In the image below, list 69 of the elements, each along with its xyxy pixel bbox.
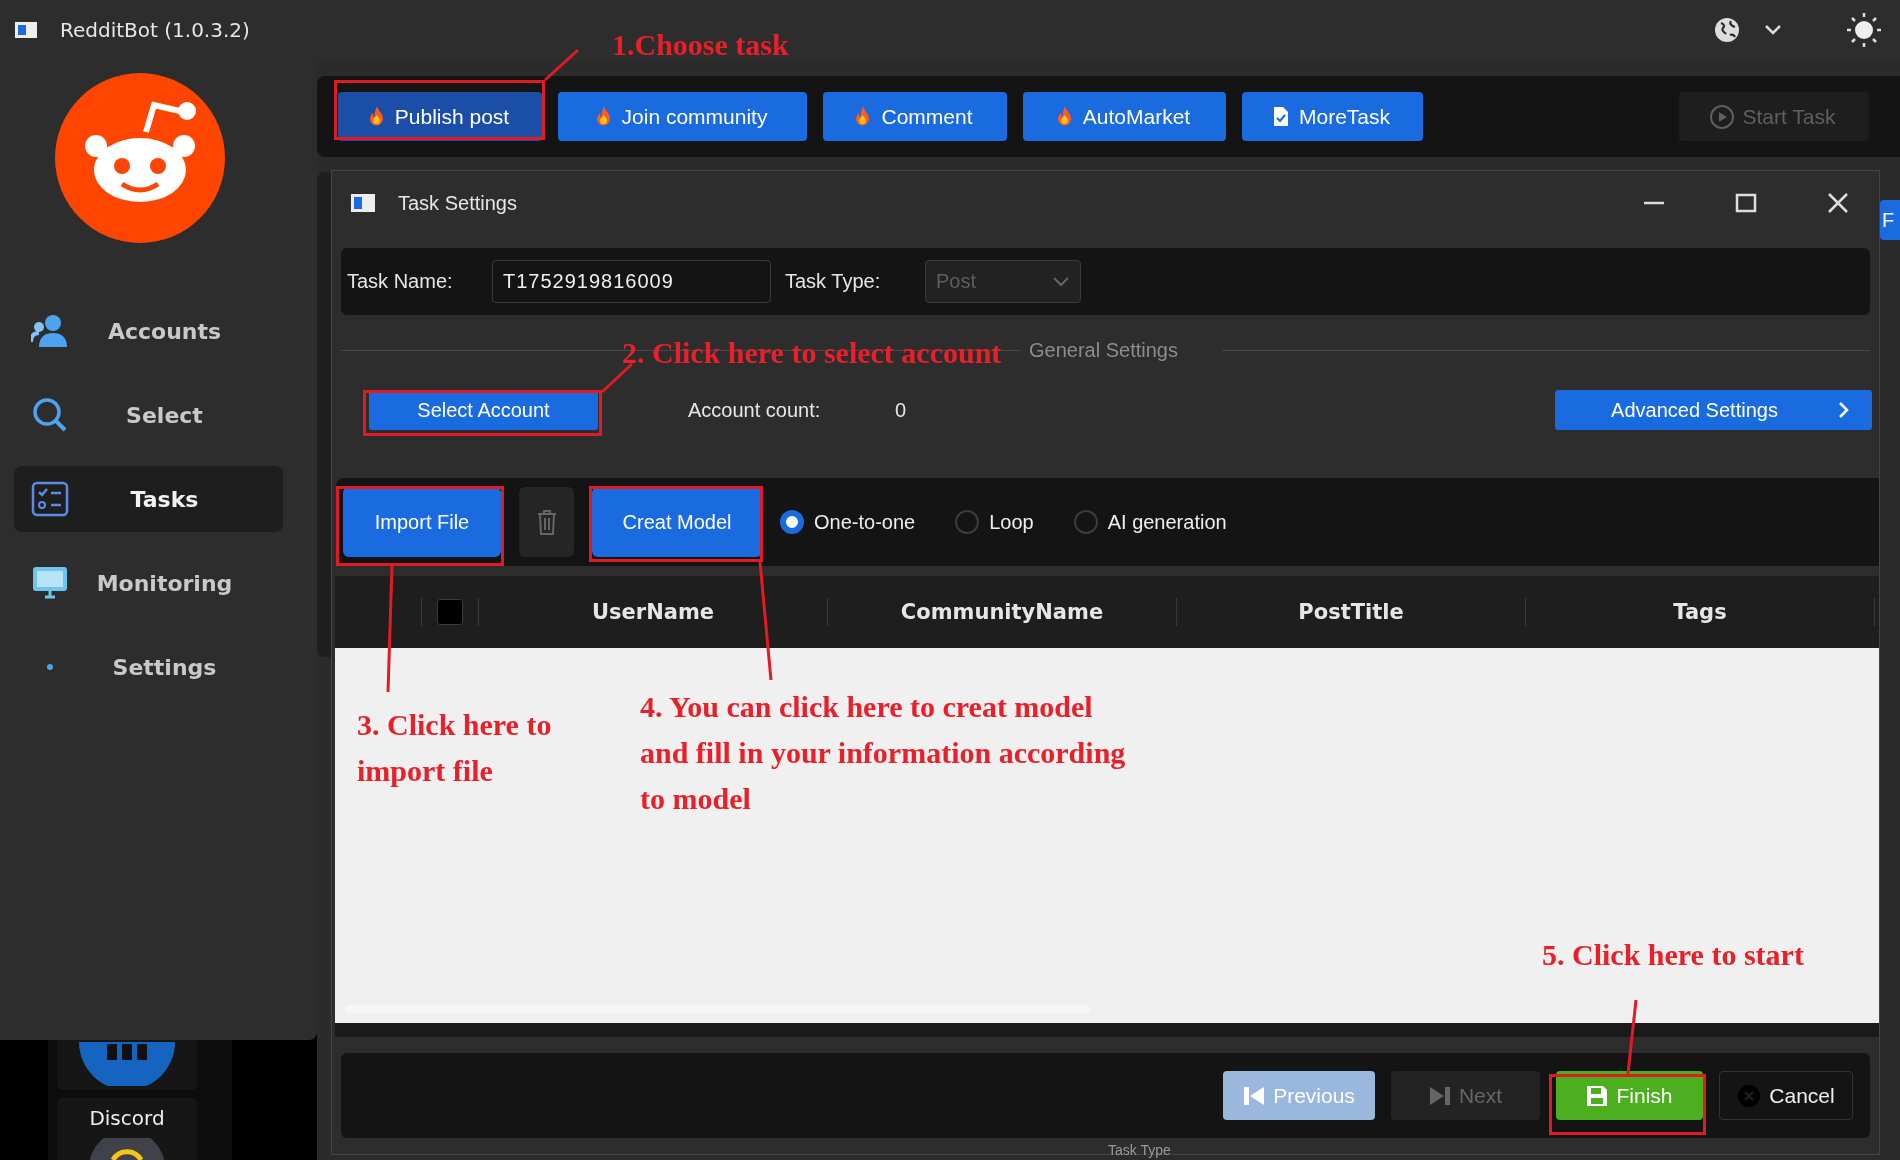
leader-line	[544, 48, 579, 82]
account-count-label: Account count:	[688, 398, 822, 422]
document-icon	[1271, 105, 1291, 128]
dot-icon	[47, 664, 53, 670]
nav-item[interactable]: Select	[14, 382, 283, 448]
dialog-title: Task Settings	[398, 191, 517, 215]
maximize-icon	[1735, 192, 1757, 214]
task-button[interactable]: MoreTask	[1242, 92, 1423, 141]
task-button[interactable]: Join community	[558, 92, 807, 141]
save-icon	[1586, 1084, 1609, 1107]
column-header[interactable]: UserName	[479, 600, 827, 624]
mode-radio[interactable]: AI generation	[1073, 510, 1227, 534]
skip-forward-icon	[1428, 1084, 1451, 1107]
mode-radio[interactable]: Loop	[955, 510, 1034, 534]
chevron-right-icon	[1837, 401, 1850, 419]
monitor-icon	[31, 565, 69, 601]
annotation-text: 1.Choose task	[612, 27, 789, 63]
chevron-down-icon[interactable]	[1764, 24, 1782, 36]
account-count: 0	[895, 398, 907, 422]
close-icon	[1827, 192, 1849, 214]
mode-radio[interactable]: One-to-one	[780, 510, 916, 534]
checklist-icon	[31, 481, 69, 517]
nav-item[interactable]: Accounts	[14, 298, 283, 364]
nav-item[interactable]: Monitoring	[14, 550, 283, 616]
task-button[interactable]: Publish post	[338, 92, 542, 141]
select-account-button[interactable]: Select Account	[369, 390, 598, 430]
column-header[interactable]: CommunityName	[828, 600, 1176, 624]
create-model-button[interactable]: Creat Model	[592, 487, 762, 557]
play-icon	[1708, 103, 1735, 130]
search-icon	[32, 397, 68, 433]
task-button[interactable]: Comment	[823, 92, 1007, 141]
window-icon	[350, 193, 376, 213]
field-label: Task Name:	[347, 270, 454, 293]
delete-button[interactable]	[519, 487, 574, 557]
nav-item[interactable]: Settings	[14, 634, 283, 700]
logo-icon	[54, 72, 226, 244]
annotation-text: 5. Click here to start	[1542, 937, 1804, 973]
nav-item[interactable]: Tasks	[14, 466, 283, 532]
import-file-button[interactable]: Import File	[343, 487, 501, 557]
skip-back-icon	[1243, 1084, 1266, 1107]
sun-icon[interactable]	[1846, 12, 1882, 48]
radio-button[interactable]	[1073, 510, 1098, 534]
window-title: RedditBot (1.0.3.2)	[60, 18, 250, 42]
trash-icon	[536, 509, 557, 535]
annotation-text: 2. Click here to select account	[622, 335, 1002, 371]
task-name-field[interactable]: T1752919816009	[492, 260, 771, 303]
app-label: Discord	[89, 1106, 165, 1130]
globe-icon[interactable]	[1712, 15, 1742, 45]
select-all-checkbox[interactable]	[437, 599, 463, 625]
column-header[interactable]: PostTitle	[1177, 600, 1525, 624]
chevron-down-icon	[1052, 275, 1070, 288]
leader-line	[600, 362, 634, 394]
app-icon	[14, 20, 38, 40]
task-button[interactable]: AutoMarket	[1023, 92, 1226, 141]
minimize-icon	[1643, 201, 1665, 205]
emblem-icon	[89, 1138, 165, 1160]
radio-button[interactable]	[955, 510, 980, 534]
annotation-text: 3. Click here to import file	[357, 707, 552, 789]
field-label: Task Type:	[785, 270, 882, 293]
people-icon	[31, 314, 69, 348]
column-header[interactable]: Tags	[1526, 600, 1874, 624]
annotation-text: 4. You can click here to creat model and fill in your information according to model	[640, 689, 1126, 817]
side-button[interactable]: F	[1880, 200, 1900, 240]
cancel-button[interactable]: Cancel	[1719, 1071, 1853, 1120]
cancel-icon	[1737, 1083, 1762, 1108]
radio-button[interactable]	[780, 510, 804, 534]
caption: Task Type	[1108, 1142, 1171, 1158]
section-title: General Settings	[1029, 338, 1178, 362]
advanced-settings-button[interactable]: Advanced Settings	[1555, 390, 1872, 430]
